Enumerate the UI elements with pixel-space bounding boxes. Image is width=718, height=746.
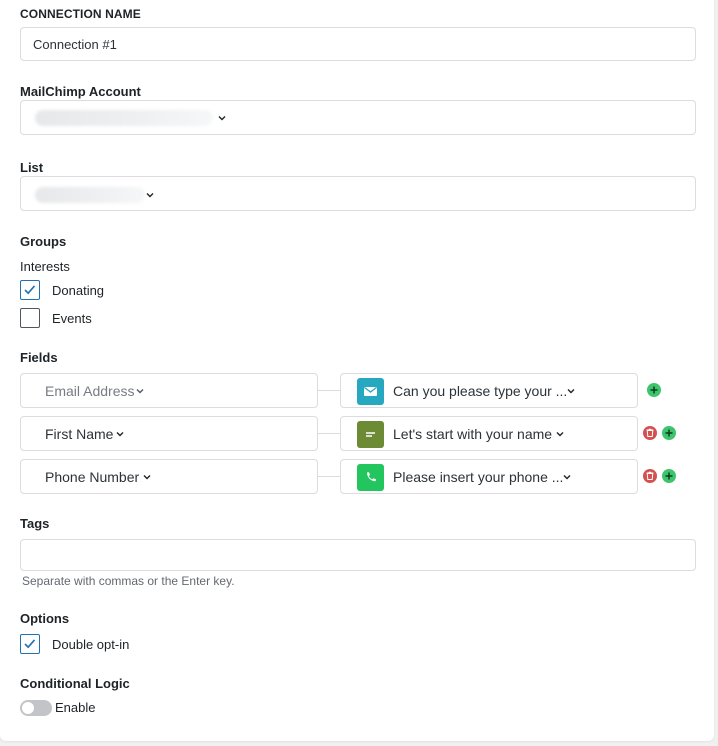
checkmark-icon (24, 639, 36, 649)
list-label: List (20, 160, 44, 175)
connection-name-input[interactable]: Connection #1 (20, 27, 696, 61)
form-field-select[interactable]: Let's start with your name (340, 416, 638, 451)
field-connector (318, 433, 340, 434)
mailchimp-field-select[interactable]: Phone Number (20, 459, 318, 494)
delete-field-button[interactable] (643, 426, 657, 440)
redacted-list-value (35, 187, 145, 203)
events-checkbox[interactable] (20, 308, 40, 328)
interests-label: Interests (20, 259, 70, 274)
connection-name-value: Connection #1 (33, 37, 117, 52)
plus-icon (665, 429, 673, 437)
chevron-down-icon (563, 475, 571, 480)
tags-hint: Separate with commas or the Enter key. (22, 574, 235, 588)
mailchimp-account-select[interactable] (20, 100, 696, 135)
donating-checkbox[interactable] (20, 280, 40, 300)
mailchimp-field-label: Phone Number (45, 469, 140, 485)
connection-name-label: CONNECTION NAME (20, 7, 141, 21)
plus-icon (665, 472, 673, 480)
delete-field-button[interactable] (643, 469, 657, 483)
mailchimp-account-label: MailChimp Account (20, 84, 141, 99)
form-field-label: Can you please type your ... (393, 383, 568, 399)
chevron-down-icon (556, 432, 564, 437)
connection-panel: CONNECTION NAME Connection #1 MailChimp … (0, 0, 714, 741)
events-label: Events (52, 311, 92, 326)
email-icon (357, 378, 384, 405)
chevron-down-icon (136, 389, 144, 394)
toggle-knob (22, 702, 34, 714)
mailchimp-field-select[interactable]: First Name (20, 416, 318, 451)
mailchimp-field-label: First Name (45, 426, 114, 442)
checkmark-icon (24, 285, 36, 295)
chevron-down-icon (116, 432, 124, 437)
groups-label: Groups (20, 234, 67, 249)
field-connector (318, 390, 340, 391)
donating-label: Donating (52, 283, 105, 298)
list-select[interactable] (20, 176, 696, 211)
tags-label: Tags (20, 516, 50, 531)
tags-input[interactable] (20, 539, 696, 571)
conditional-logic-enable-label: Enable (55, 700, 96, 715)
options-label: Options (20, 611, 70, 626)
mailchimp-field-select[interactable]: Email Address (20, 373, 318, 408)
form-field-label: Please insert your phone ... (393, 469, 564, 485)
conditional-logic-toggle[interactable] (20, 700, 52, 716)
short-text-icon (357, 421, 384, 448)
trash-icon (646, 471, 654, 480)
conditional-logic-label: Conditional Logic (20, 676, 130, 691)
field-connector (318, 476, 340, 477)
chevron-down-icon (567, 389, 575, 394)
chevron-down-icon (218, 116, 226, 121)
double-optin-checkbox[interactable] (20, 634, 40, 654)
form-field-select[interactable]: Please insert your phone ... (340, 459, 638, 494)
mailchimp-field-label: Email Address (45, 383, 135, 399)
redacted-account-value (35, 110, 213, 126)
chevron-down-icon (143, 475, 151, 480)
trash-icon (646, 428, 654, 437)
add-field-button[interactable] (647, 383, 661, 397)
add-field-button[interactable] (662, 469, 676, 483)
plus-icon (650, 386, 658, 394)
form-field-label: Let's start with your name (393, 426, 553, 442)
form-field-select[interactable]: Can you please type your ... (340, 373, 638, 408)
chevron-down-icon (146, 193, 154, 198)
fields-label: Fields (20, 350, 58, 365)
phone-icon (357, 464, 384, 491)
add-field-button[interactable] (662, 426, 676, 440)
double-optin-label: Double opt-in (52, 637, 130, 652)
